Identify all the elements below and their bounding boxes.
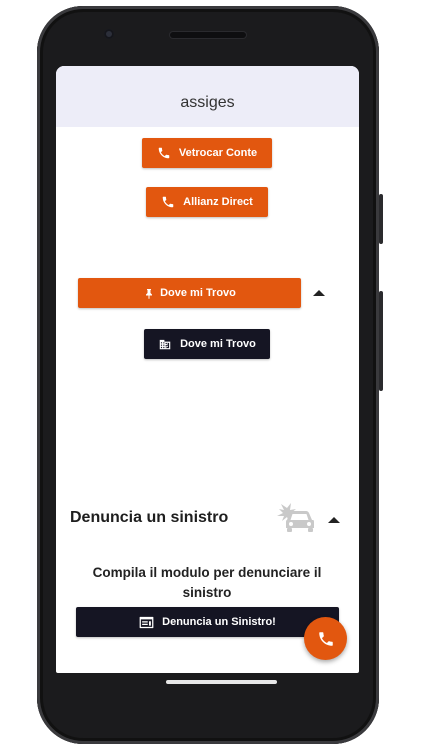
caret-up-icon[interactable] [328, 517, 340, 523]
claim-section-title: Denuncia un sinistro [70, 509, 229, 526]
power-button [379, 194, 383, 244]
home-indicator[interactable] [166, 680, 277, 684]
car-crash-icon [275, 500, 315, 536]
where-am-i-secondary-button[interactable]: Dove mi Trovo [144, 329, 270, 359]
building-icon [158, 337, 172, 351]
earpiece-speaker [170, 32, 246, 38]
where-am-i-primary-label: Dove mi Trovo [160, 287, 236, 299]
front-camera [104, 29, 114, 39]
report-claim-button[interactable]: Denuncia un Sinistro! [76, 607, 339, 637]
call-allianz-label: Allianz Direct [183, 196, 253, 208]
call-vetrocar-button[interactable]: Vetrocar Conte [142, 138, 272, 168]
call-allianz-button[interactable]: Allianz Direct [146, 187, 268, 217]
call-fab-button[interactable] [304, 617, 347, 660]
call-vetrocar-label: Vetrocar Conte [178, 147, 258, 159]
where-am-i-primary-button[interactable]: Dove mi Trovo [78, 278, 301, 308]
phone-icon [161, 195, 175, 209]
form-icon [139, 616, 154, 629]
phone-icon [157, 146, 171, 160]
volume-button [379, 291, 383, 391]
app-title: assiges [180, 93, 235, 111]
app-screen: assiges Vetrocar Conte Allianz Direct Do… [56, 66, 359, 673]
claim-description: Compila il modulo per denunciare il sini… [92, 565, 322, 600]
app-header: assiges [56, 66, 359, 127]
phone-icon [317, 630, 335, 648]
pin-icon [143, 287, 155, 300]
caret-up-icon[interactable] [313, 290, 325, 296]
report-claim-label: Denuncia un Sinistro! [162, 616, 276, 628]
where-am-i-secondary-label: Dove mi Trovo [180, 338, 256, 350]
